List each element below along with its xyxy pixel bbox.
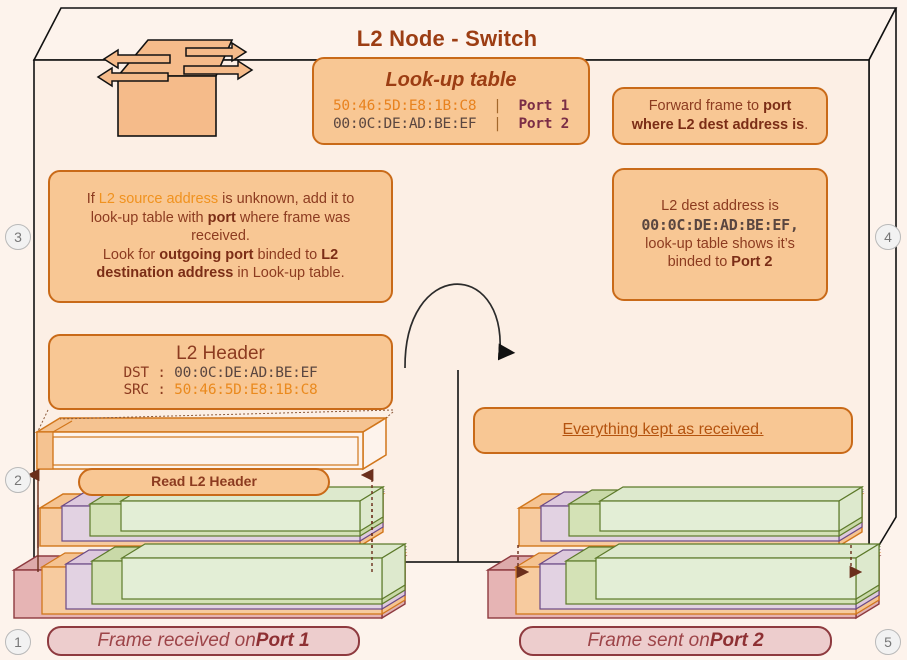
dest-address-box: L2 dest address is 00:0C:DE:AD:BE:EF, lo… [612,168,828,301]
rule-line-5: destination address in Look-up table. [96,265,345,282]
step-marker-5: 5 [875,629,901,655]
l2-header-src: SRC : 50:46:5D:E8:1B:C8 [123,382,318,399]
everything-kept-box: Everything kept as received. [473,407,853,454]
diagram-canvas: L2 Node - Switch Look-up table 50:46:5D:… [0,0,907,660]
lookup-sep-1: | [493,97,502,114]
forward-line-1: Forward frame to port [648,98,792,115]
lookup-mac-2: 00:0C:DE:AD:BE:EF [332,116,477,133]
text-layer: L2 Node - Switch Look-up table 50:46:5D:… [0,0,907,660]
lookup-table-row: 50:46:5D:E8:1B:C8 | Port 1 [333,97,569,116]
lookup-table-heading: Look-up table [385,69,517,92]
lookup-mac-1: 50:46:5D:E8:1B:C8 [332,97,477,114]
frame-received-label: Frame received on Port 1 [47,626,360,656]
dest-line-3: look-up table shows it’s [645,235,795,252]
lookup-table-box: Look-up table 50:46:5D:E8:1B:C8 | Port 1… [312,57,590,145]
lookup-table-row: 00:0C:DE:AD:BE:EF | Port 2 [333,115,569,134]
dest-line-4: binded to Port 2 [667,254,773,271]
forward-line-2: where L2 dest address is. [631,117,809,133]
rule-line-4: Look for outgoing port binded to L2 [102,246,339,263]
rule-line-1: If L2 source address is unknown, add it … [86,191,355,208]
step-marker-1: 1 [5,629,31,655]
dest-mac: 00:0C:DE:AD:BE:EF, [641,215,799,234]
learning-rule-box: If L2 source address is unknown, add it … [48,170,393,303]
dest-line-1: L2 dest address is [661,198,779,215]
rule-line-2: look-up table with port where frame was [90,209,351,226]
page-title: L2 Node - Switch [356,26,538,51]
step-marker-3: 3 [5,224,31,250]
lookup-port-1: Port 1 [518,97,570,114]
l2-header-dst: DST : 00:0C:DE:AD:BE:EF [123,365,318,382]
forward-frame-box: Forward frame to port where L2 dest addr… [612,87,828,145]
frame-sent-label: Frame sent on Port 2 [519,626,832,656]
step-marker-4: 4 [875,224,901,250]
l2-header-title: L2 Header [176,343,265,365]
rule-line-3: received. [191,228,250,245]
everything-kept-text: Everything kept as received. [562,421,764,439]
l2-header-box: L2 Header DST : 00:0C:DE:AD:BE:EF SRC : … [48,334,393,410]
read-l2-header-pill: Read L2 Header [78,468,330,496]
lookup-port-2: Port 2 [518,116,570,133]
lookup-sep-2: | [493,116,502,133]
step-marker-2: 2 [5,467,31,493]
